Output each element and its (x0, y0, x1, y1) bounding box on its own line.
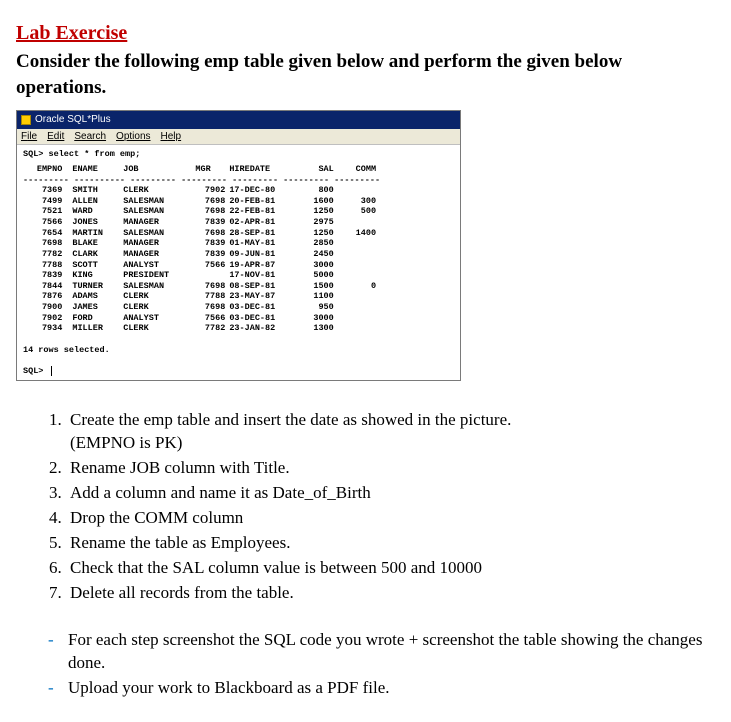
sql-prompt[interactable]: SQL> (23, 366, 52, 376)
col-job: JOB (123, 164, 195, 175)
task-5: Rename the table as Employees. (66, 532, 715, 555)
window-titlebar: Oracle SQL*Plus (17, 111, 460, 129)
rows-selected: 14 rows selected. (23, 345, 110, 355)
col-ename: ENAME (72, 164, 123, 175)
table-row: 7902FORDANALYST756603-DEC-813000 (23, 313, 386, 324)
task-1: Create the emp table and insert the date… (66, 409, 715, 455)
col-empno: EMPNO (23, 164, 72, 175)
table-row: 7839KINGPRESIDENT17-NOV-815000 (23, 270, 386, 281)
sqlplus-window: Oracle SQL*Plus File Edit Search Options… (16, 110, 461, 381)
menubar: File Edit Search Options Help (17, 129, 460, 146)
table-row: 7788SCOTTANALYST756619-APR-873000 (23, 260, 386, 271)
table-row: 7369SMITHCLERK790217-DEC-80800 (23, 185, 386, 196)
table-row: 7521WARDSALESMAN769822-FEB-811250500 (23, 206, 386, 217)
menu-search[interactable]: Search (74, 130, 106, 144)
table-row: 7654MARTINSALESMAN769828-SEP-8112501400 (23, 228, 386, 239)
table-row: 7566JONESMANAGER783902-APR-812975 (23, 217, 386, 228)
app-icon (21, 115, 31, 125)
intro-text: Consider the following emp table given b… (16, 49, 715, 100)
emp-table: EMPNO ENAME JOB MGR HIREDATE SAL COMM --… (23, 164, 454, 334)
table-row: 7499ALLENSALESMAN769820-FEB-811600300 (23, 196, 386, 207)
table-row: 7934MILLERCLERK778223-JAN-821300 (23, 323, 386, 334)
window-title: Oracle SQL*Plus (35, 113, 111, 127)
menu-options[interactable]: Options (116, 130, 150, 144)
note-2: Upload your work to Blackboard as a PDF … (44, 677, 715, 700)
task-list: Create the emp table and insert the date… (16, 409, 715, 605)
cursor-icon (51, 366, 52, 376)
table-row: 7782CLARKMANAGER783909-JUN-812450 (23, 249, 386, 260)
table-row: 7698BLAKEMANAGER783901-MAY-812850 (23, 238, 386, 249)
task-4: Drop the COMM column (66, 507, 715, 530)
menu-help[interactable]: Help (161, 130, 182, 144)
menu-edit[interactable]: Edit (47, 130, 64, 144)
task-7: Delete all records from the table. (66, 582, 715, 605)
task-3: Add a column and name it as Date_of_Birt… (66, 482, 715, 505)
notes-list: For each step screenshot the SQL code yo… (16, 629, 715, 700)
task-2: Rename JOB column with Title. (66, 457, 715, 480)
lab-exercise-title: Lab Exercise (16, 20, 715, 47)
col-mgr: MGR (195, 164, 229, 175)
table-row: 7844TURNERSALESMAN769808-SEP-8115000 (23, 281, 386, 292)
col-sal: SAL (302, 164, 344, 175)
table-header-row: EMPNO ENAME JOB MGR HIREDATE SAL COMM (23, 164, 386, 175)
table-row: 7900JAMESCLERK769803-DEC-81950 (23, 302, 386, 313)
sql-query-line: SQL> select * from emp; (23, 149, 140, 159)
table-row: 7876ADAMSCLERK778823-MAY-871100 (23, 291, 386, 302)
header-separator: --------- ---------- --------- ---------… (23, 175, 386, 186)
terminal-output: SQL> select * from emp; EMPNO ENAME JOB … (17, 145, 460, 380)
task-6: Check that the SAL column value is betwe… (66, 557, 715, 580)
note-1: For each step screenshot the SQL code yo… (44, 629, 715, 675)
menu-file[interactable]: File (21, 130, 37, 144)
col-comm: COMM (344, 164, 386, 175)
col-hiredate: HIREDATE (229, 164, 301, 175)
